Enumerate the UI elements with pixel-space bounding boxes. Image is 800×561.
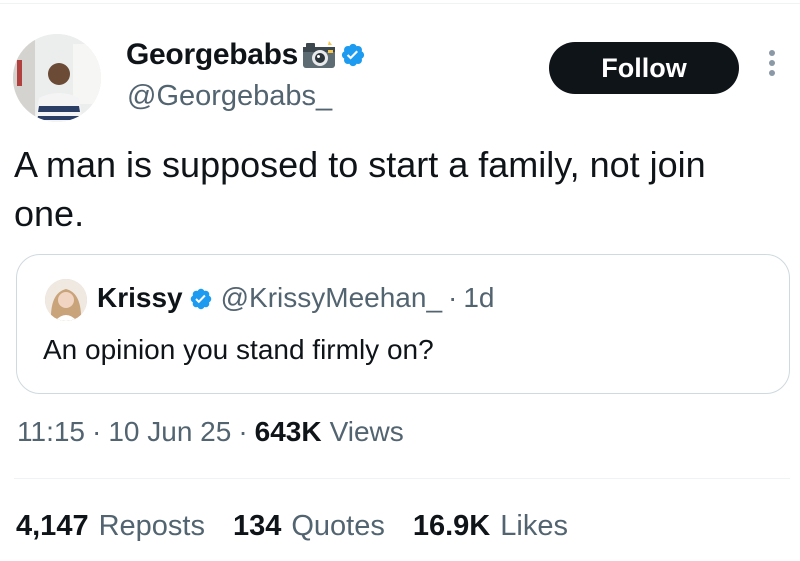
author-name-row: Georgebabs [126, 38, 366, 72]
quoted-verified-badge-icon [189, 286, 213, 310]
author-display-name[interactable]: Georgebabs [126, 38, 298, 72]
reposts-label: Reposts [98, 510, 205, 542]
quoted-author-avatar[interactable] [45, 279, 87, 321]
views-count[interactable]: 643K [255, 416, 322, 448]
camera-with-flash-icon [302, 40, 336, 70]
reposts-stat[interactable]: 4,147 Reposts [16, 510, 205, 543]
meta-separator: · [92, 416, 102, 447]
top-divider [0, 3, 800, 4]
tweet-time[interactable]: 11:15 [17, 416, 85, 448]
likes-count: 16.9K [412, 510, 491, 542]
tweet-text: A man is supposed to start a family, not… [14, 144, 706, 234]
quoted-timestamp[interactable]: 1d [463, 282, 494, 314]
vertical-ellipsis-icon[interactable] [762, 50, 782, 86]
quoted-author-avatar-image [45, 279, 87, 321]
engagement-stats-row: 4,147 Reposts 134 Quotes 16.9K Likes [16, 510, 596, 543]
quotes-label: Quotes [291, 510, 385, 542]
quoted-tweet-card[interactable]: Krissy @KrissyMeehan_ · 1d An opinion yo… [16, 254, 790, 394]
likes-label: Likes [500, 510, 568, 542]
author-avatar-image [13, 34, 101, 122]
quotes-stat[interactable]: 134 Quotes [233, 510, 385, 543]
quoted-handle[interactable]: @KrissyMeehan_ [221, 282, 442, 314]
quoted-tweet-header: Krissy @KrissyMeehan_ · 1d [97, 282, 495, 314]
quoted-display-name[interactable]: Krissy [97, 282, 183, 314]
follow-button[interactable]: Follow [549, 42, 739, 94]
tweet-meta-row: 11:15 · 10 Jun 25 · 643K Views [17, 416, 404, 448]
quotes-count: 134 [232, 510, 282, 542]
quoted-tweet-text: An opinion you stand firmly on? [43, 334, 434, 365]
meta-separator: · [238, 416, 248, 447]
tweet-date[interactable]: 10 Jun 25 [108, 416, 231, 448]
likes-stat[interactable]: 16.9K Likes [413, 510, 568, 543]
author-avatar[interactable] [13, 34, 101, 122]
quoted-separator: · [448, 282, 458, 313]
views-label[interactable]: Views [330, 416, 404, 448]
author-handle[interactable]: @Georgebabs_ [127, 80, 332, 113]
stats-divider [14, 478, 790, 479]
verified-badge-icon [340, 42, 366, 68]
reposts-count: 4,147 [16, 510, 89, 542]
